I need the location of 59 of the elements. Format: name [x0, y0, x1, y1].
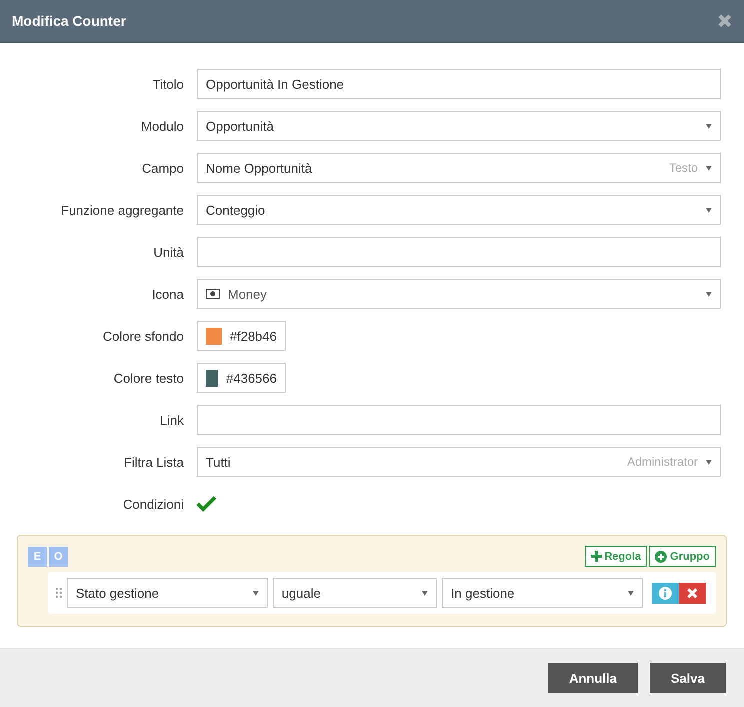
select-value: Stato gestione — [76, 586, 160, 600]
plus-icon — [590, 551, 602, 562]
select-field[interactable]: Nome Opportunità Testo — [197, 153, 721, 183]
color-picker[interactable]: #f28b46 — [197, 321, 286, 351]
caret-icon — [706, 292, 712, 296]
select-value: Nome Opportunità — [206, 160, 314, 176]
close-icon[interactable] — [718, 14, 732, 28]
close-icon — [687, 588, 698, 598]
caret-icon — [706, 124, 712, 128]
field-label: Modulo — [140, 118, 184, 134]
info-button[interactable] — [652, 582, 679, 604]
rule-value-select[interactable]: In gestione — [442, 578, 643, 608]
plus-circle-icon — [655, 550, 668, 562]
rule-field-select[interactable]: Stato gestione — [66, 578, 268, 608]
select-value: In gestione — [451, 586, 516, 600]
field-label: Colore sfondo — [102, 328, 184, 344]
caret-icon — [422, 590, 428, 596]
select-field[interactable]: Opportunità — [197, 111, 721, 141]
caret-icon — [706, 460, 712, 464]
caret-icon — [706, 166, 712, 170]
field-label: Unità — [152, 244, 184, 260]
select-value: Conteggio — [206, 202, 266, 218]
field-label: Colore testo — [112, 370, 184, 386]
footer-button[interactable]: Salva — [650, 663, 726, 693]
color-value: #f28b46 — [230, 328, 277, 344]
footer-button[interactable]: Annulla — [548, 663, 638, 693]
caret-icon — [252, 590, 259, 596]
caret-icon — [628, 590, 634, 596]
select-value: Tutti — [206, 454, 232, 470]
field-label: Condizioni — [122, 496, 184, 512]
field-label: Link — [159, 412, 184, 428]
caret-icon — [706, 208, 712, 212]
info-icon — [659, 586, 672, 600]
add-group-button[interactable]: Gruppo — [649, 546, 716, 567]
select-value: Money — [228, 286, 268, 302]
drag-handle-icon[interactable] — [56, 587, 62, 599]
field-label: Filtra Lista — [123, 454, 184, 470]
field-label: Icona — [151, 286, 184, 302]
field-label: Funzione aggregante — [60, 202, 184, 218]
text-input[interactable]: Opportunità In Gestione — [197, 69, 721, 99]
select-field[interactable]: Conteggio — [197, 195, 721, 225]
delete-button[interactable] — [679, 582, 706, 604]
field-label: Campo — [141, 160, 184, 176]
select-value: Opportunità — [206, 118, 275, 134]
rule-operator-select[interactable]: uguale — [272, 578, 438, 608]
dialog-title: Modifica Counter — [12, 13, 126, 29]
select-value: uguale — [282, 586, 322, 600]
text-input[interactable] — [197, 405, 721, 435]
color-picker[interactable]: #436566 — [197, 363, 286, 393]
checkbox[interactable] — [197, 494, 217, 514]
select-hint: Testo — [669, 161, 698, 175]
select-field[interactable]: Money — [197, 279, 721, 309]
select-field[interactable]: Tutti Administrator — [197, 447, 721, 477]
add-rule-button[interactable]: Regola — [584, 546, 648, 567]
input-value: Opportunità In Gestione — [206, 76, 346, 92]
select-hint: Administrator — [627, 455, 698, 469]
text-input[interactable] — [197, 237, 721, 267]
field-label: Titolo — [152, 76, 184, 92]
color-value: #436566 — [226, 370, 277, 386]
